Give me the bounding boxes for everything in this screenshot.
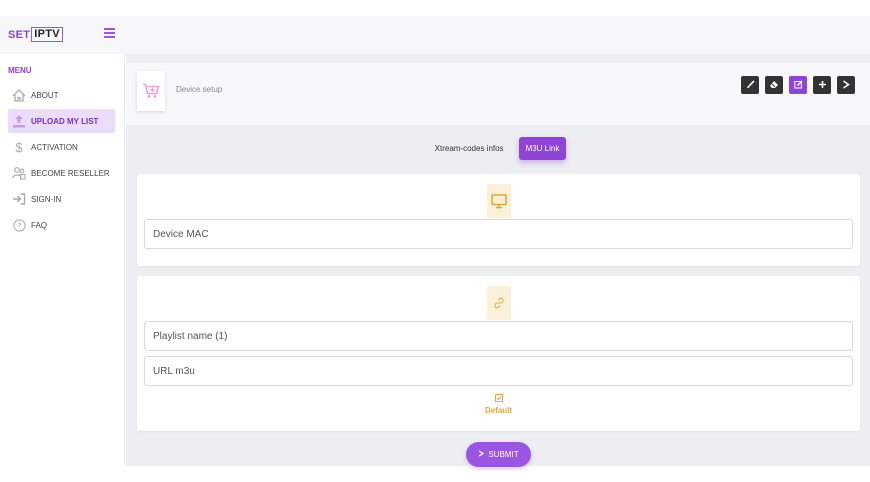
home-icon xyxy=(12,88,26,102)
playlist-name-input[interactable]: Playlist name (1) xyxy=(144,321,853,351)
edit-button[interactable] xyxy=(789,76,807,94)
eraser-button[interactable] xyxy=(765,76,783,94)
upload-icon xyxy=(12,114,26,128)
sign-in-icon xyxy=(12,192,26,206)
play-icon xyxy=(842,76,850,94)
sidebar: MENU ABOUT UPLOAD MY LIST $ ACTIVATION B… xyxy=(0,54,125,466)
sidebar-item-sign-in[interactable]: SIGN-IN xyxy=(8,187,115,211)
logo-iptv-text: IPTV xyxy=(31,27,63,42)
main-content: Device setup Xtream-codes infos M3U Link… xyxy=(126,54,870,467)
device-setup-bar: Device setup xyxy=(126,63,870,125)
default-label: Default xyxy=(484,406,513,415)
svg-text:?: ? xyxy=(17,221,21,230)
app-logo[interactable]: SET IPTV xyxy=(8,27,63,42)
device-mac-input[interactable]: Device MAC xyxy=(144,219,853,249)
brush-button[interactable] xyxy=(741,76,759,94)
sidebar-item-label: UPLOAD MY LIST xyxy=(31,116,99,126)
monitor-icon xyxy=(487,184,511,218)
device-setup-label: Device setup xyxy=(176,85,223,94)
plus-icon xyxy=(818,76,827,94)
sidebar-item-become-reseller[interactable]: BECOME RESELLER xyxy=(8,161,115,185)
question-icon: ? xyxy=(12,218,26,232)
sidebar-item-label: FAQ xyxy=(31,220,48,230)
cart-plus-icon xyxy=(137,71,165,111)
playlist-card: Playlist name (1) URL m3u Default xyxy=(137,276,860,431)
sidebar-item-faq[interactable]: ? FAQ xyxy=(8,213,115,237)
sidebar-item-upload-my-list[interactable]: UPLOAD MY LIST xyxy=(8,109,115,133)
tab-xtream-codes[interactable]: Xtream-codes infos xyxy=(430,137,509,160)
reseller-icon xyxy=(12,166,26,180)
tab-bar: Xtream-codes infos M3U Link xyxy=(126,137,870,160)
sidebar-item-about[interactable]: ABOUT xyxy=(8,83,115,107)
link-icon xyxy=(487,286,511,320)
page: SET IPTV MENU ABOUT UPLOAD MY LIST $ ACT… xyxy=(0,0,870,482)
top-header: SET IPTV xyxy=(0,16,870,54)
sidebar-item-label: ACTIVATION xyxy=(31,142,78,152)
add-button[interactable] xyxy=(813,76,831,94)
device-card: Device MAC xyxy=(137,174,860,266)
menu-title: MENU xyxy=(8,66,32,75)
sidebar-item-label: BECOME RESELLER xyxy=(31,168,110,178)
url-m3u-input[interactable]: URL m3u xyxy=(144,356,853,386)
sidebar-item-label: ABOUT xyxy=(31,90,59,100)
brush-icon xyxy=(746,76,755,94)
hamburger-menu-icon[interactable] xyxy=(104,28,115,38)
logo-set-text: SET xyxy=(8,28,31,41)
tab-m3u-link[interactable]: M3U Link xyxy=(518,137,567,160)
play-icon xyxy=(478,450,485,459)
eraser-icon xyxy=(769,76,779,94)
edit-icon xyxy=(793,76,803,94)
submit-button[interactable]: SUBMIT xyxy=(466,442,531,467)
dollar-icon: $ xyxy=(15,139,23,155)
toolbar xyxy=(741,76,855,94)
default-checkbox[interactable] xyxy=(494,394,503,402)
play-button[interactable] xyxy=(837,76,855,94)
sidebar-item-label: SIGN-IN xyxy=(31,194,62,204)
default-checkbox-wrap: Default xyxy=(137,394,860,415)
sidebar-item-activation[interactable]: $ ACTIVATION xyxy=(8,135,115,159)
submit-label: SUBMIT xyxy=(488,450,519,459)
